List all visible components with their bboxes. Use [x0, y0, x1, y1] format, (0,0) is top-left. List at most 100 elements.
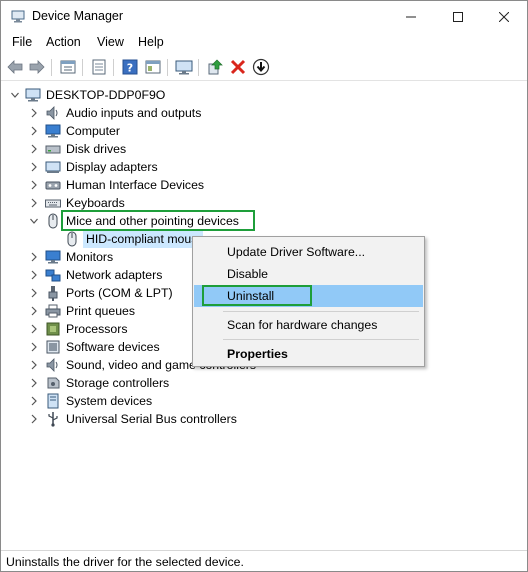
device-manager-app-icon	[11, 10, 25, 23]
tree-root-label: DESKTOP-DDP0F9O	[46, 88, 166, 102]
status-text: Uninstalls the driver for the selected d…	[6, 555, 244, 569]
chevron-right-icon[interactable]	[29, 251, 39, 263]
processor-icon	[46, 322, 60, 336]
context-menu-properties[interactable]: Properties	[194, 343, 423, 365]
help-icon[interactable]: ?	[121, 58, 139, 76]
highlight-box-mice	[61, 210, 255, 231]
chevron-right-icon[interactable]	[29, 143, 39, 155]
storage-controller-icon	[47, 377, 60, 389]
context-menu-update-driver[interactable]: Update Driver Software...	[194, 241, 423, 263]
close-icon	[499, 11, 509, 22]
context-menu-separator	[223, 339, 419, 340]
close-button[interactable]	[481, 1, 527, 32]
display-adapter-icon	[45, 161, 61, 173]
chevron-down-icon[interactable]	[10, 89, 20, 101]
device-list-icon[interactable]	[59, 58, 77, 76]
tree-item-computer[interactable]: Computer	[1, 122, 527, 140]
software-device-icon	[46, 340, 60, 354]
context-menu-disable[interactable]: Disable	[194, 263, 423, 285]
speaker-icon	[46, 106, 58, 120]
tree-item-label: Display adapters	[66, 160, 158, 174]
chevron-right-icon[interactable]	[29, 107, 39, 119]
context-menu-label: Disable	[227, 267, 269, 281]
properties-sheet-icon[interactable]	[144, 58, 162, 76]
tree-item-storage-controllers[interactable]: Storage controllers	[1, 374, 527, 392]
tree-item-usb-controllers[interactable]: Universal Serial Bus controllers	[1, 410, 527, 428]
back-icon[interactable]	[6, 58, 24, 76]
chevron-right-icon[interactable]	[29, 269, 39, 281]
chevron-right-icon[interactable]	[29, 377, 39, 389]
chevron-right-icon[interactable]	[29, 305, 39, 317]
svg-text:?: ?	[127, 62, 133, 75]
chevron-right-icon[interactable]	[29, 161, 39, 173]
tree-item-label: Print queues	[66, 304, 136, 318]
menu-bar: File Action View Help	[1, 32, 527, 53]
minimize-button[interactable]	[388, 1, 434, 32]
disk-drive-icon	[45, 145, 61, 154]
chevron-right-icon[interactable]	[29, 197, 39, 209]
computer-icon	[45, 124, 61, 138]
monitor-icon	[45, 250, 61, 264]
tree-item-label: System devices	[66, 394, 153, 408]
tree-item-label: Computer	[66, 124, 120, 138]
maximize-button[interactable]	[435, 1, 481, 32]
chevron-right-icon[interactable]	[29, 395, 39, 407]
tree-item-label: Human Interface Devices	[66, 178, 205, 192]
port-icon	[48, 286, 58, 301]
tree-item-label: Network adapters	[66, 268, 163, 282]
window-title: Device Manager	[32, 9, 124, 23]
tree-item-disk-drives[interactable]: Disk drives	[1, 140, 527, 158]
chevron-down-icon[interactable]	[29, 215, 39, 227]
toolbar: ?	[1, 54, 527, 81]
tree-item-display-adapters[interactable]: Display adapters	[1, 158, 527, 176]
context-menu-scan[interactable]: Scan for hardware changes	[194, 314, 423, 336]
download-icon[interactable]	[252, 58, 270, 76]
menu-view[interactable]: View	[97, 35, 124, 49]
tree-item-system-devices[interactable]: System devices	[1, 392, 527, 410]
tree-item-label: Disk drives	[66, 142, 127, 156]
usb-icon	[48, 412, 58, 427]
menu-file[interactable]: File	[12, 35, 32, 49]
tree-item-audio[interactable]: Audio inputs and outputs	[1, 104, 527, 122]
chevron-right-icon[interactable]	[29, 179, 39, 191]
context-menu-separator	[223, 311, 419, 312]
maximize-icon	[453, 11, 463, 22]
keyboard-icon	[45, 199, 61, 208]
tree-item-label: Software devices	[66, 340, 160, 354]
chevron-right-icon[interactable]	[29, 125, 39, 137]
menu-help[interactable]: Help	[138, 35, 164, 49]
network-adapter-icon	[45, 269, 61, 282]
tree-item-label: Monitors	[66, 250, 114, 264]
tree-root[interactable]: DESKTOP-DDP0F9O	[1, 86, 527, 104]
status-bar: Uninstalls the driver for the selected d…	[1, 550, 527, 571]
device-manager-window: Device Manager File Action View Help ? D…	[0, 0, 528, 572]
menu-action[interactable]: Action	[46, 35, 81, 49]
computer-icon	[25, 88, 41, 102]
forward-icon[interactable]	[28, 58, 46, 76]
chevron-right-icon[interactable]	[29, 287, 39, 299]
update-driver-icon[interactable]	[206, 58, 224, 76]
chevron-right-icon[interactable]	[29, 341, 39, 353]
hid-icon	[45, 181, 61, 190]
uninstall-icon[interactable]	[229, 58, 247, 76]
tree-item-label: Universal Serial Bus controllers	[66, 412, 237, 426]
monitor-scan-icon[interactable]	[175, 58, 193, 76]
mouse-icon	[67, 231, 77, 247]
properties-icon[interactable]	[90, 58, 108, 76]
context-menu-label: Properties	[227, 347, 288, 361]
chevron-right-icon[interactable]	[29, 413, 39, 425]
context-menu-label: Update Driver Software...	[227, 245, 366, 259]
system-device-icon	[47, 393, 59, 409]
chevron-right-icon[interactable]	[29, 359, 39, 371]
tree-item-label: Storage controllers	[66, 376, 170, 390]
tree-item-label: Audio inputs and outputs	[66, 106, 202, 120]
tree-item-label: Keyboards	[66, 196, 125, 210]
tree-item-label: Ports (COM & LPT)	[66, 286, 173, 300]
speaker-icon	[46, 358, 58, 372]
mouse-icon	[48, 213, 58, 229]
context-menu-label: Scan for hardware changes	[227, 318, 378, 332]
chevron-right-icon[interactable]	[29, 323, 39, 335]
tree-item-label: Processors	[66, 322, 128, 336]
highlight-box-uninstall	[202, 285, 312, 306]
tree-item-human-interface-devices[interactable]: Human Interface Devices	[1, 176, 527, 194]
